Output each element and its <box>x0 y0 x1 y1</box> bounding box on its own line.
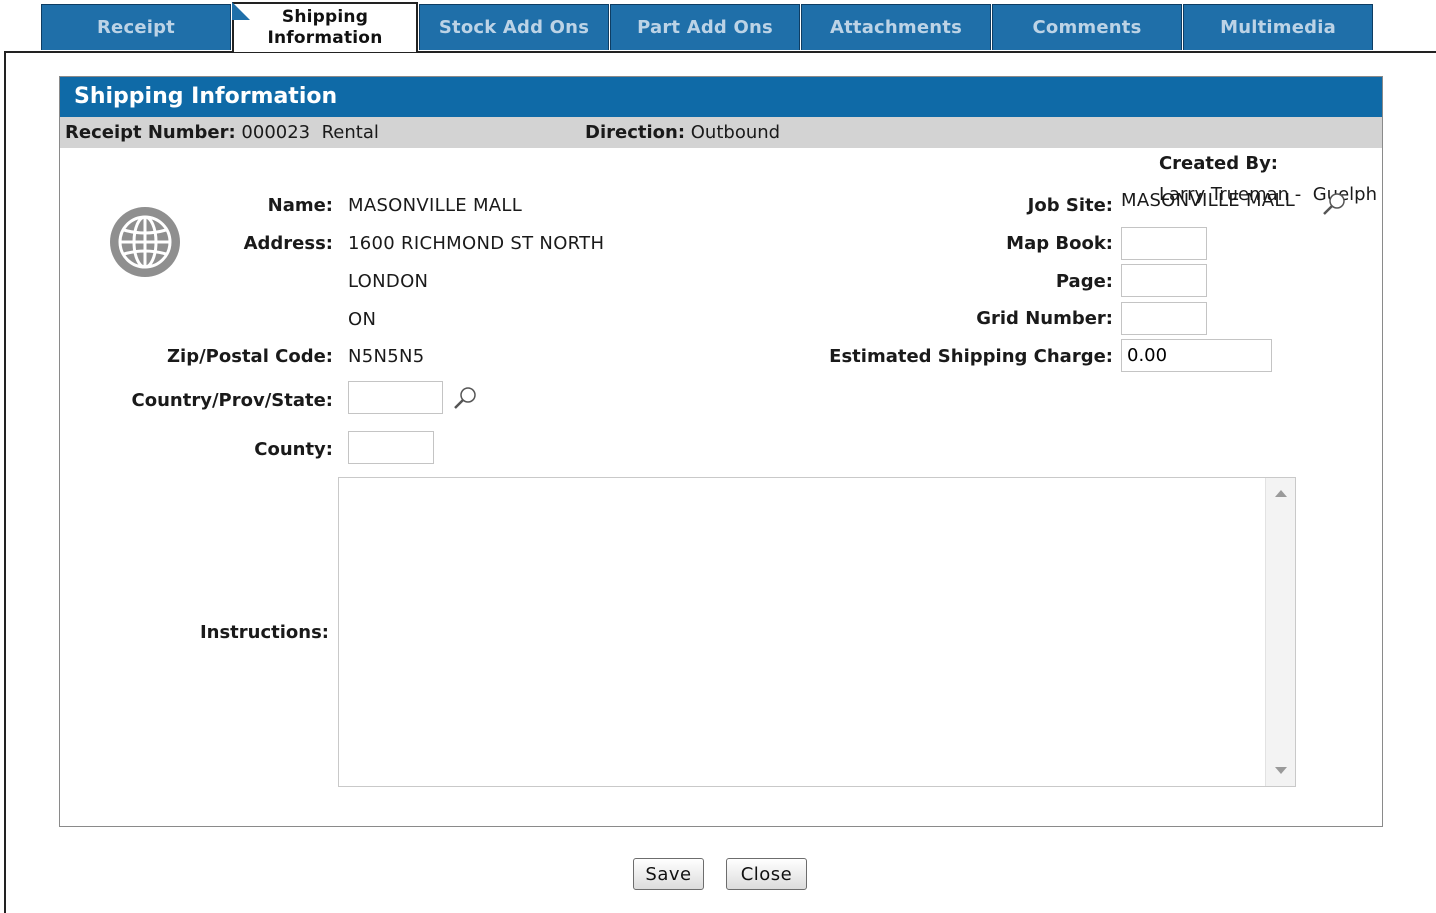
grid-number-input[interactable] <box>1121 302 1207 335</box>
tab-shipping-information[interactable]: Shipping Information <box>232 2 418 52</box>
instructions-scrollbar[interactable] <box>1265 478 1295 786</box>
receipt-number-value: 000023 <box>241 122 311 143</box>
country-lookup-magnifier-icon[interactable] <box>452 385 478 411</box>
receipt-number-label: Receipt Number: <box>65 122 236 143</box>
panel-title: Shipping Information <box>60 77 1382 117</box>
scroll-up-arrow-icon[interactable] <box>1275 490 1287 497</box>
county-input[interactable] <box>348 431 434 464</box>
tab-shipping-information-label: Shipping Information <box>267 7 383 48</box>
address-line3: ON <box>348 309 377 330</box>
country-label: Country/Prov/State: <box>131 390 333 411</box>
globe-icon <box>110 207 180 277</box>
page-input[interactable] <box>1121 264 1207 297</box>
tab-comments[interactable]: Comments <box>992 4 1182 50</box>
direction-label: Direction: <box>585 122 686 143</box>
receipt-type-value: Rental <box>321 122 379 143</box>
scroll-down-arrow-icon[interactable] <box>1275 767 1287 774</box>
direction-value: Outbound <box>690 122 781 143</box>
tab-part-add-ons[interactable]: Part Add Ons <box>610 4 800 50</box>
shipping-charge-input[interactable] <box>1121 339 1272 372</box>
tab-stock-add-ons[interactable]: Stock Add Ons <box>419 4 609 50</box>
country-input[interactable] <box>348 381 443 414</box>
receipt-info-bar: Receipt Number: 000023 Rental Direction:… <box>60 117 1382 205</box>
tab-attachments[interactable]: Attachments <box>801 4 991 50</box>
address-line2: LONDON <box>348 271 429 292</box>
tab-multimedia[interactable]: Multimedia <box>1183 4 1373 50</box>
map-book-input[interactable] <box>1121 227 1207 260</box>
shipping-charge-label: Estimated Shipping Charge: <box>829 346 1113 367</box>
instructions-textarea[interactable] <box>338 477 1296 787</box>
created-by-label: Created By: <box>1158 153 1278 174</box>
name-value: MASONVILLE MALL <box>348 195 523 216</box>
name-label: Name: <box>267 195 333 216</box>
instructions-label: Instructions: <box>199 622 329 643</box>
map-book-label: Map Book: <box>1006 233 1113 254</box>
grid-number-label: Grid Number: <box>976 308 1113 329</box>
job-site-lookup-magnifier-icon[interactable] <box>1321 191 1347 217</box>
save-button[interactable]: Save <box>633 858 704 890</box>
tab-bar: Receipt Shipping Information Stock Add O… <box>41 2 1374 52</box>
zip-value: N5N5N5 <box>348 346 425 367</box>
page-label: Page: <box>1055 271 1113 292</box>
tab-fold-icon <box>232 2 250 20</box>
job-site-value: MASONVILLE MALL <box>1121 190 1296 211</box>
address-line1: 1600 RICHMOND ST NORTH <box>348 233 605 254</box>
shipping-panel: Shipping Information Receipt Number: 000… <box>59 76 1383 827</box>
zip-label: Zip/Postal Code: <box>166 346 333 367</box>
tab-receipt[interactable]: Receipt <box>41 4 231 50</box>
county-label: County: <box>254 439 333 460</box>
address-label: Address: <box>243 233 333 254</box>
close-button[interactable]: Close <box>726 858 807 890</box>
job-site-label: Job Site: <box>1027 195 1113 216</box>
